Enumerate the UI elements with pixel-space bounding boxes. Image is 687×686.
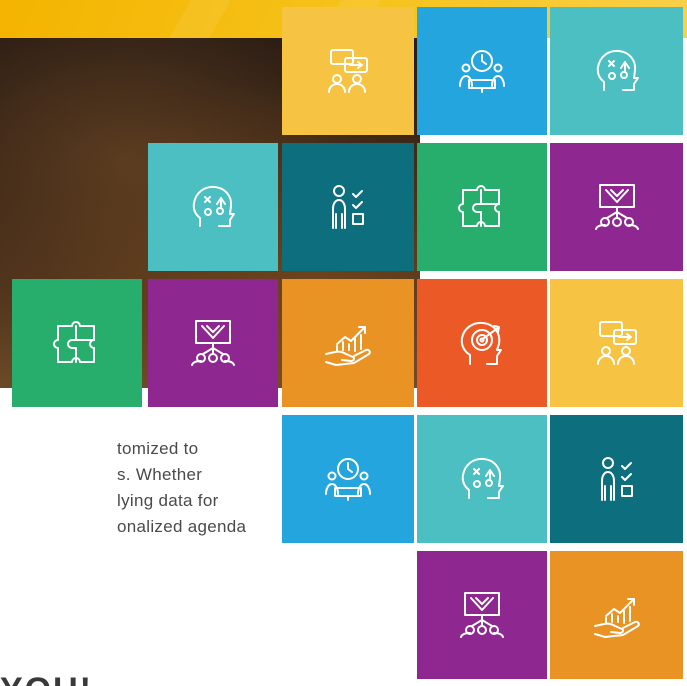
icon-tile: [282, 7, 414, 135]
strategy-head-icon: [192, 185, 235, 227]
icon-tile: [417, 7, 547, 135]
icon-tile: [550, 143, 683, 271]
section-heading-text: YOU!: [0, 674, 110, 686]
icon-tile: [550, 279, 683, 407]
intro-text-line: s. Whether: [117, 465, 203, 484]
section-heading-partial: YOU!: [0, 674, 110, 686]
checklist-person-icon: [600, 457, 633, 501]
intro-text-line: onalized agenda: [117, 517, 247, 536]
presentation-network-icon: [594, 184, 639, 230]
meeting-clock-icon: [459, 50, 505, 93]
meeting-clock-icon: [325, 458, 371, 501]
icon-tile: [12, 279, 142, 407]
puzzle-icon: [53, 321, 95, 363]
strategy-head-icon: [461, 457, 504, 499]
growth-hand-icon: [593, 598, 640, 638]
icon-tile: [417, 279, 547, 407]
chat-group-icon: [328, 49, 368, 93]
puzzle-icon: [458, 185, 500, 227]
icon-tile: [148, 143, 278, 271]
presentation-network-icon: [191, 320, 235, 366]
icon-tile: [417, 415, 547, 543]
icon-tile: [550, 551, 683, 679]
growth-hand-icon: [325, 326, 371, 366]
target-head-icon: [460, 321, 502, 365]
icon-tile: [417, 551, 547, 679]
presentation-network-icon: [460, 592, 504, 638]
icon-tile: [282, 279, 414, 407]
intro-text: tomized to s. Whether lying data for ona…: [0, 436, 280, 540]
icon-tile: [282, 415, 414, 543]
strategy-head-icon: [596, 49, 639, 91]
intro-text-line: lying data for: [117, 491, 219, 510]
icon-tile: [282, 143, 414, 271]
icon-tile: [148, 279, 278, 407]
icon-tile: [417, 143, 547, 271]
icon-tile: [550, 7, 683, 135]
checklist-person-icon: [332, 185, 364, 229]
icon-tile: [550, 415, 683, 543]
chat-group-icon: [596, 321, 637, 365]
intro-text-line: tomized to: [117, 439, 199, 458]
